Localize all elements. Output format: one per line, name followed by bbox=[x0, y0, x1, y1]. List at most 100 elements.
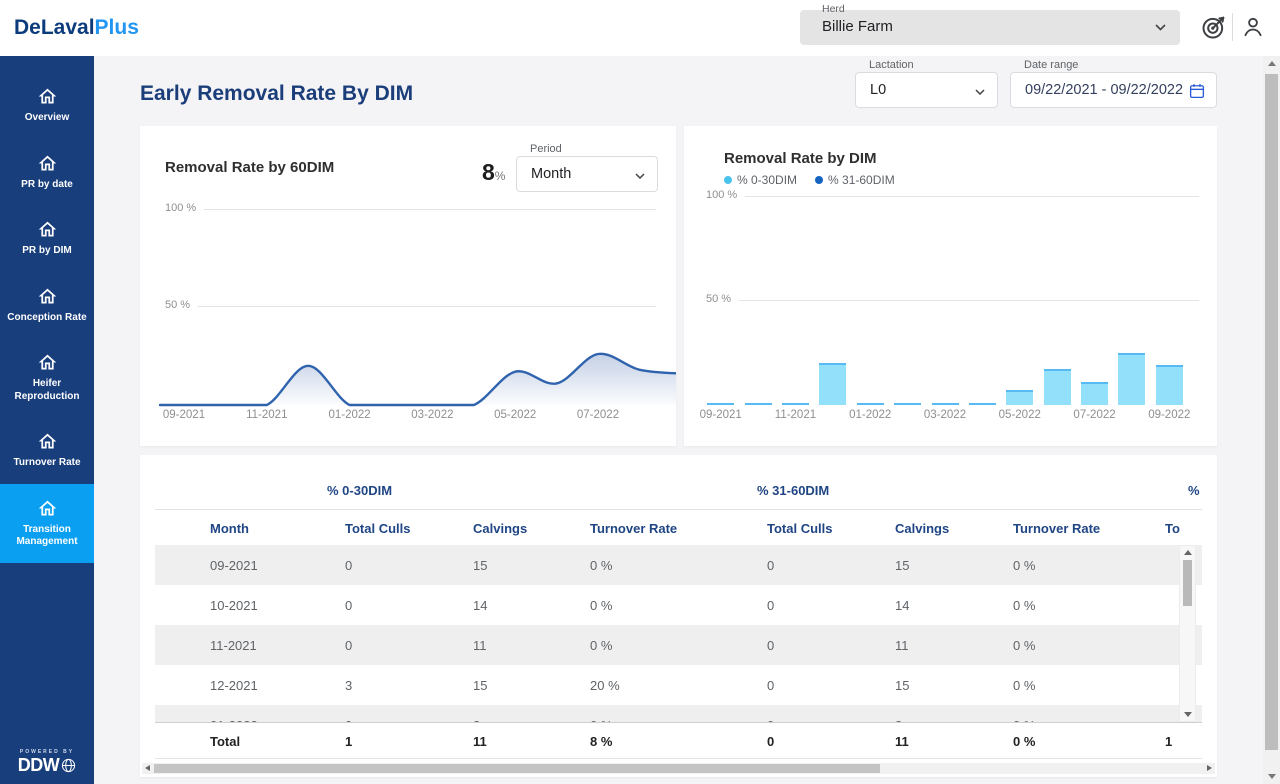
herd-select-value: Billie Farm bbox=[822, 18, 893, 35]
sidebar-item-label: PR by date bbox=[21, 179, 73, 192]
table-total-cell: Total bbox=[210, 734, 345, 749]
group-header-0-30dim: % 0-30DIM bbox=[327, 483, 392, 498]
table-cell: 0 % bbox=[1013, 598, 1165, 613]
table-vertical-scrollbar[interactable] bbox=[1179, 545, 1196, 722]
table-cell: 0 bbox=[345, 638, 473, 653]
bar bbox=[1156, 365, 1183, 405]
table-row: 12-202131520 %0150 % bbox=[155, 665, 1202, 705]
column-header: To bbox=[1165, 521, 1202, 536]
x-tick-label: 03-2022 bbox=[411, 409, 453, 421]
scrollbar-thumb[interactable] bbox=[154, 764, 880, 773]
date-range-picker[interactable]: Date range 09/22/2021 - 09/22/2022 bbox=[1010, 72, 1217, 108]
bar bbox=[1006, 390, 1033, 405]
sidebar-item-turnover-rate[interactable]: Turnover Rate bbox=[0, 417, 94, 484]
home-icon bbox=[37, 352, 58, 373]
table-cell: 3 bbox=[345, 678, 473, 693]
lactation-value: L0 bbox=[870, 82, 886, 98]
date-range-label: Date range bbox=[1024, 59, 1078, 71]
table-cell: 0 bbox=[767, 558, 895, 573]
removal-rate-by-dim-card: Removal Rate by DIM % 0-30DIM % 31-60DIM… bbox=[684, 126, 1217, 446]
page-title: Early Removal Rate By DIM bbox=[140, 82, 413, 106]
bar bbox=[707, 403, 734, 406]
chevron-down-icon bbox=[1155, 24, 1166, 31]
table-cell: 0 bbox=[767, 598, 895, 613]
scroll-down-arrow-icon[interactable] bbox=[1268, 774, 1276, 779]
scroll-down-arrow-icon[interactable] bbox=[1184, 712, 1192, 717]
table-total-cell: 0 % bbox=[1013, 734, 1165, 749]
sidebar-item-label: PR by DIM bbox=[22, 245, 71, 258]
sidebar-item-label: Turnover Rate bbox=[13, 457, 80, 470]
table-horizontal-scrollbar[interactable] bbox=[142, 763, 1215, 774]
column-header: Month bbox=[210, 521, 345, 536]
x-tick-label: 05-2022 bbox=[494, 409, 536, 421]
sidebar-item-pr-by-date[interactable]: PR by date bbox=[0, 139, 94, 206]
x-tick-label: 09-2021 bbox=[700, 409, 742, 421]
group-header-clipped: % bbox=[1188, 483, 1200, 498]
turnover-table-card: % 0-30DIM % 31-60DIM % MonthTotal CullsC… bbox=[140, 455, 1217, 777]
sidebar-item-transition-management[interactable]: Transition Management bbox=[0, 484, 94, 563]
ddw-label: DDW bbox=[18, 755, 60, 776]
topbar: DeLavalPlus Herd Billie Farm bbox=[0, 0, 1280, 56]
table-cell: 11-2021 bbox=[210, 638, 345, 653]
table-cell: 0 % bbox=[590, 638, 767, 653]
scroll-up-arrow-icon[interactable] bbox=[1268, 61, 1276, 66]
scroll-right-arrow-icon[interactable] bbox=[1207, 765, 1212, 771]
scrollbar-thumb[interactable] bbox=[1265, 74, 1278, 750]
table-total-cell: 11 bbox=[895, 734, 1013, 749]
scroll-up-arrow-icon[interactable] bbox=[1184, 550, 1192, 555]
sidebar-item-heifer-reproduction[interactable]: Heifer Reproduction bbox=[0, 338, 94, 417]
table-cell: 0 bbox=[767, 678, 895, 693]
home-icon bbox=[37, 153, 58, 174]
scroll-left-arrow-icon[interactable] bbox=[145, 765, 150, 771]
sidebar-item-label: Transition Management bbox=[5, 524, 89, 549]
table-total-cell: 0 bbox=[767, 734, 895, 749]
date-range-value: 09/22/2021 - 09/22/2022 bbox=[1025, 82, 1183, 98]
bar bbox=[782, 403, 809, 406]
x-tick-label: 11-2021 bbox=[775, 409, 816, 421]
sidebar-item-overview[interactable]: Overview bbox=[0, 72, 94, 139]
table-cell: 11 bbox=[895, 638, 1013, 653]
column-header: Total Culls bbox=[767, 521, 895, 536]
table-cell: 0 bbox=[767, 638, 895, 653]
bar bbox=[857, 403, 884, 406]
bar-chart-title: Removal Rate by DIM bbox=[724, 150, 877, 167]
ddw-brand: POWERED BY DDW bbox=[0, 749, 94, 776]
y-tick-label: 100 % bbox=[165, 202, 204, 214]
goals-target-icon[interactable] bbox=[1200, 13, 1228, 41]
table-group-header-row: % 0-30DIM % 31-60DIM % bbox=[155, 480, 1202, 510]
scrollbar-thumb[interactable] bbox=[1183, 560, 1192, 606]
table-body: 09-20210150 %0150 %10-20210140 %0140 %11… bbox=[155, 545, 1202, 722]
home-icon bbox=[37, 286, 58, 307]
x-tick-label: 09-2021 bbox=[163, 409, 205, 421]
column-header: Total Culls bbox=[345, 521, 473, 536]
lactation-select[interactable]: Lactation L0 bbox=[855, 72, 998, 108]
x-tick-label: 07-2022 bbox=[1073, 409, 1115, 421]
bar bbox=[1081, 382, 1108, 405]
herd-select[interactable]: Herd Billie Farm bbox=[800, 10, 1180, 45]
x-tick-label: 01-2022 bbox=[328, 409, 370, 421]
table-cell: 0 % bbox=[590, 598, 767, 613]
y-tick-label: 100 % bbox=[706, 189, 745, 201]
sidebar-item-conception-rate[interactable]: Conception Rate bbox=[0, 272, 94, 339]
table-column-header-row: MonthTotal CullsCalvingsTurnover RateTot… bbox=[155, 511, 1202, 545]
table-cell: 15 bbox=[473, 678, 590, 693]
logo-primary: DeLaval bbox=[14, 16, 95, 39]
account-icon[interactable] bbox=[1240, 13, 1266, 41]
sidebar-item-pr-by-dim[interactable]: PR by DIM bbox=[0, 205, 94, 272]
home-icon bbox=[37, 498, 58, 519]
table-cell: 0 % bbox=[590, 558, 767, 573]
table-total-cell: 11 bbox=[473, 734, 590, 749]
bar bbox=[894, 403, 921, 406]
page-vertical-scrollbar[interactable] bbox=[1263, 56, 1280, 784]
main-content: Early Removal Rate By DIM Lactation L0 D… bbox=[94, 56, 1263, 784]
table-cell: 0 % bbox=[1013, 558, 1165, 573]
lactation-label: Lactation bbox=[869, 59, 914, 71]
logo-secondary: Plus bbox=[95, 16, 139, 39]
table-cell: 15 bbox=[895, 558, 1013, 573]
table-total-row: Total1118 %0110 %1 bbox=[155, 722, 1202, 759]
bar bbox=[969, 403, 996, 406]
table-cell: 15 bbox=[895, 678, 1013, 693]
x-tick-label: 09-2022 bbox=[1148, 409, 1190, 421]
table-row: 11-20210110 %0110 % bbox=[155, 625, 1202, 665]
table-cell: 0 bbox=[345, 558, 473, 573]
